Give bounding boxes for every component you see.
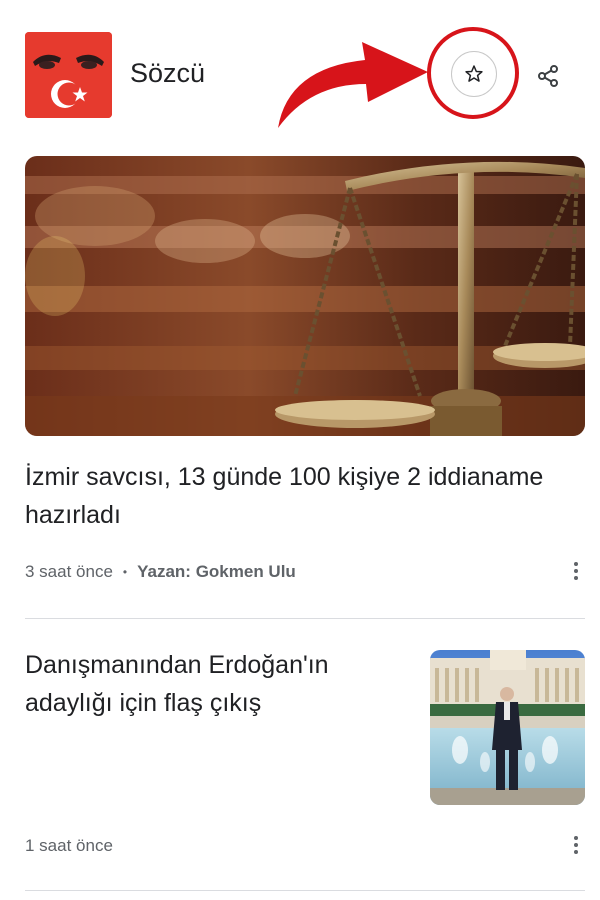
scales-of-justice-photo [25, 156, 585, 436]
article-time: 3 saat önce [25, 562, 113, 581]
article-thumbnail[interactable] [430, 650, 585, 805]
share-icon [538, 65, 558, 87]
article-meta: 1 saat önce [25, 836, 113, 856]
star-outline-icon [465, 65, 483, 82]
divider [25, 890, 585, 891]
annotation-arrow [278, 42, 428, 128]
divider [25, 618, 585, 619]
more-vert-icon [574, 562, 578, 566]
more-vert-icon [574, 836, 578, 840]
share-button[interactable] [530, 58, 566, 94]
palace-fountain-photo [430, 650, 585, 805]
more-options-button[interactable] [564, 830, 588, 860]
source-logo[interactable] [25, 32, 112, 118]
meta-separator: • [122, 565, 128, 579]
more-options-button[interactable] [564, 556, 588, 586]
article-meta: 3 saat önce • Yazan: Gokmen Ulu [25, 562, 296, 582]
article-title[interactable]: Danışmanından Erdoğan'ın adaylığı için f… [25, 646, 410, 722]
turkish-flag-eyes-logo [25, 32, 112, 118]
article-image-scales[interactable] [25, 156, 585, 436]
article-author: Yazan: Gokmen Ulu [137, 562, 296, 581]
article-title[interactable]: İzmir savcısı, 13 günde 100 kişiye 2 idd… [25, 458, 570, 534]
source-name[interactable]: Sözcü [130, 58, 205, 89]
follow-star-button[interactable] [451, 51, 497, 97]
article-time: 1 saat önce [25, 836, 113, 855]
